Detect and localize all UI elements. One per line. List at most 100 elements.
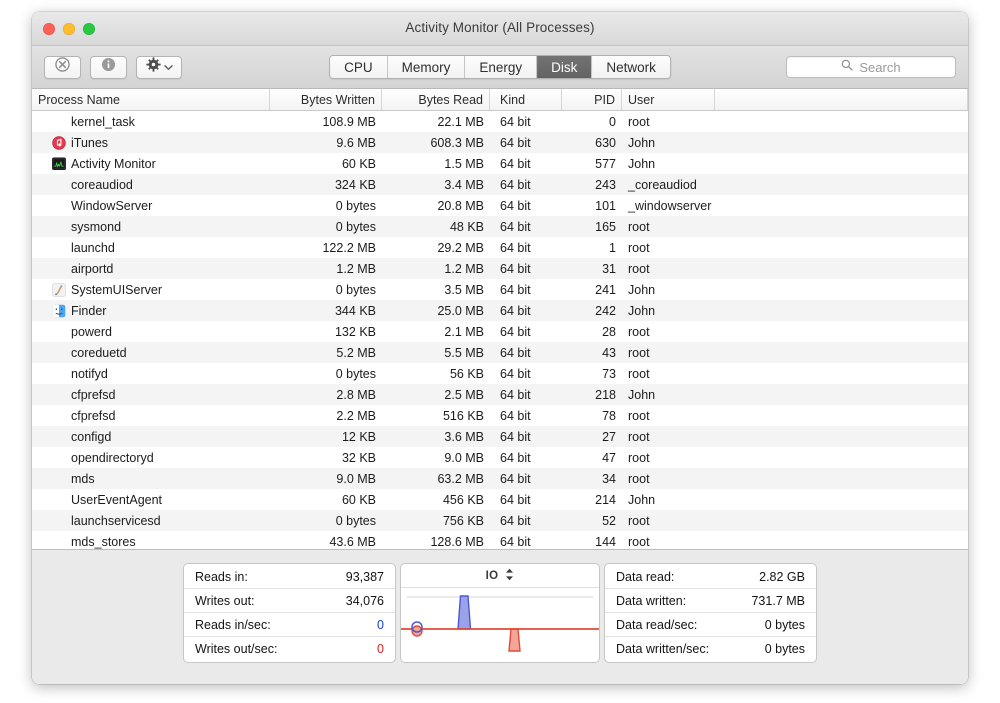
column-header-user[interactable]: User bbox=[622, 89, 715, 110]
finder-icon bbox=[52, 304, 66, 317]
column-header-bytes-read[interactable]: Bytes Read bbox=[382, 89, 490, 110]
process-table: Process Name Bytes Written Bytes Read Ki… bbox=[32, 89, 968, 549]
cell-user: root bbox=[628, 240, 650, 255]
stat-value: 93,387 bbox=[345, 569, 384, 584]
table-row[interactable]: coreduetd 5.2 MB 5.5 MB 64 bit 43 root bbox=[32, 342, 968, 363]
stat-label: Writes out: bbox=[195, 593, 255, 608]
tab-disk[interactable]: Disk bbox=[537, 56, 593, 78]
table-row[interactable]: mds_stores 43.6 MB 128.6 MB 64 bit 144 root bbox=[32, 531, 968, 549]
inspect-process-button[interactable] bbox=[90, 55, 127, 79]
cell-process-name: cfprefsd bbox=[32, 388, 270, 402]
cell-pid: 31 bbox=[602, 261, 616, 276]
table-row[interactable]: Activity Monitor 60 KB 1.5 MB 64 bit 577 John bbox=[32, 153, 968, 174]
column-header-process-name[interactable]: Process Name bbox=[32, 89, 270, 110]
table-body: kernel_task 108.9 MB 22.1 MB 64 bit 0 root iTu… bbox=[32, 111, 968, 549]
cell-bytes-written: 2.8 MB bbox=[336, 387, 376, 402]
process-name-label: coreduetd bbox=[71, 345, 127, 360]
cell-bytes-read: 608.3 MB bbox=[430, 135, 484, 150]
up-down-chevron-icon[interactable] bbox=[505, 568, 514, 584]
cell-kind: 64 bit bbox=[500, 135, 531, 150]
info-icon bbox=[101, 57, 116, 77]
itunes-icon bbox=[52, 135, 66, 150]
table-row[interactable]: airportd 1.2 MB 1.2 MB 64 bit 31 root bbox=[32, 258, 968, 279]
cell-kind: 64 bit bbox=[500, 114, 531, 129]
process-name-label: Activity Monitor bbox=[71, 156, 156, 171]
table-row[interactable]: UserEventAgent 60 KB 456 KB 64 bit 214 John bbox=[32, 489, 968, 510]
io-graph-title: IO bbox=[485, 569, 499, 582]
cell-pid: 101 bbox=[595, 198, 616, 213]
column-header-bytes-written[interactable]: Bytes Written bbox=[270, 89, 382, 110]
cell-process-name: UserEventAgent bbox=[32, 493, 270, 507]
tab-energy[interactable]: Energy bbox=[465, 56, 538, 78]
table-row[interactable]: cfprefsd 2.2 MB 516 KB 64 bit 78 root bbox=[32, 405, 968, 426]
cell-process-name: SystemUIServer bbox=[32, 283, 270, 297]
tab-memory[interactable]: Memory bbox=[387, 56, 466, 78]
cell-kind: 64 bit bbox=[500, 198, 531, 213]
cell-user: John bbox=[628, 387, 656, 402]
table-row[interactable]: powerd 132 KB 2.1 MB 64 bit 28 root bbox=[32, 321, 968, 342]
cell-bytes-written: 5.2 MB bbox=[336, 345, 376, 360]
stat-label: Writes out/sec: bbox=[195, 642, 278, 656]
table-row[interactable]: iTunes 9.6 MB 608.3 MB 64 bit 630 John bbox=[32, 132, 968, 153]
cell-bytes-written: 122.2 MB bbox=[322, 240, 376, 255]
process-name-label: kernel_task bbox=[71, 114, 135, 129]
cell-pid: 242 bbox=[595, 303, 616, 318]
cell-bytes-written: 12 KB bbox=[341, 429, 376, 444]
column-header-pid[interactable]: PID bbox=[562, 89, 622, 110]
cell-kind: 64 bit bbox=[500, 345, 531, 360]
table-row[interactable]: notifyd 0 bytes 56 KB 64 bit 73 root bbox=[32, 363, 968, 384]
stat-value: 0 bytes bbox=[764, 617, 805, 632]
quit-process-button[interactable] bbox=[44, 55, 81, 79]
table-row[interactable]: SystemUIServer 0 bytes 3.5 MB 64 bit 241 John bbox=[32, 279, 968, 300]
io-graph-panel: IO bbox=[400, 563, 600, 663]
stat-value: 0 bbox=[377, 642, 384, 656]
table-row[interactable]: opendirectoryd 32 KB 9.0 MB 64 bit 47 root bbox=[32, 447, 968, 468]
search-field[interactable]: Search bbox=[786, 56, 956, 78]
io-graph-canvas bbox=[401, 588, 599, 662]
cell-user: John bbox=[628, 282, 656, 297]
cell-bytes-read: 2.5 MB bbox=[444, 387, 484, 402]
cell-kind: 64 bit bbox=[500, 366, 531, 381]
cell-bytes-written: 0 bytes bbox=[335, 513, 376, 528]
io-graph-header[interactable]: IO bbox=[401, 564, 599, 588]
cell-bytes-written: 0 bytes bbox=[335, 219, 376, 234]
table-row[interactable]: Finder 344 KB 25.0 MB 64 bit 242 John bbox=[32, 300, 968, 321]
process-name-label: coreaudiod bbox=[71, 177, 133, 192]
cell-user: John bbox=[628, 303, 656, 318]
data-volume-stat-row: Data written: 731.7 MB bbox=[605, 589, 816, 613]
cell-pid: 1 bbox=[609, 240, 616, 255]
table-row[interactable]: cfprefsd 2.8 MB 2.5 MB 64 bit 218 John bbox=[32, 384, 968, 405]
tab-network[interactable]: Network bbox=[592, 56, 670, 78]
process-name-label: opendirectoryd bbox=[71, 450, 154, 465]
cell-process-name: sysmond bbox=[32, 220, 270, 234]
io-count-stats: Reads in: 93,387 Writes out: 34,076 Reads in… bbox=[183, 563, 396, 663]
cell-process-name: coreduetd bbox=[32, 346, 270, 360]
cell-user: root bbox=[628, 534, 650, 549]
io-count-stat-row: Writes out/sec: 0 bbox=[184, 637, 395, 661]
cell-pid: 214 bbox=[595, 492, 616, 507]
cell-pid: 34 bbox=[602, 471, 616, 486]
cell-bytes-read: 22.1 MB bbox=[437, 114, 484, 129]
view-options-button[interactable] bbox=[136, 55, 182, 79]
cell-user: root bbox=[628, 450, 650, 465]
table-row[interactable]: kernel_task 108.9 MB 22.1 MB 64 bit 0 root bbox=[32, 111, 968, 132]
table-row[interactable]: mds 9.0 MB 63.2 MB 64 bit 34 root bbox=[32, 468, 968, 489]
cell-pid: 243 bbox=[595, 177, 616, 192]
cell-bytes-written: 0 bytes bbox=[335, 282, 376, 297]
table-row[interactable]: coreaudiod 324 KB 3.4 MB 64 bit 243 _coreaudi… bbox=[32, 174, 968, 195]
process-name-label: sysmond bbox=[71, 219, 122, 234]
tab-cpu[interactable]: CPU bbox=[330, 56, 388, 78]
activity-monitor-icon bbox=[52, 157, 66, 170]
table-row[interactable]: WindowServer 0 bytes 20.8 MB 64 bit 101 _wind… bbox=[32, 195, 968, 216]
table-row[interactable]: launchservicesd 0 bytes 756 KB 64 bit 52 root bbox=[32, 510, 968, 531]
table-row[interactable]: configd 12 KB 3.6 MB 64 bit 27 root bbox=[32, 426, 968, 447]
stat-label: Reads in: bbox=[195, 569, 248, 584]
cell-process-name: mds_stores bbox=[32, 535, 270, 549]
table-row[interactable]: sysmond 0 bytes 48 KB 64 bit 165 root bbox=[32, 216, 968, 237]
column-header-kind[interactable]: Kind bbox=[490, 89, 562, 110]
cell-pid: 28 bbox=[602, 324, 616, 339]
data-volume-stats: Data read: 2.82 GB Data written: 731.7 MB Da… bbox=[604, 563, 817, 663]
disk-summary-panel: Reads in: 93,387 Writes out: 34,076 Reads in… bbox=[32, 549, 968, 684]
table-row[interactable]: launchd 122.2 MB 29.2 MB 64 bit 1 root bbox=[32, 237, 968, 258]
cell-kind: 64 bit bbox=[500, 177, 531, 192]
